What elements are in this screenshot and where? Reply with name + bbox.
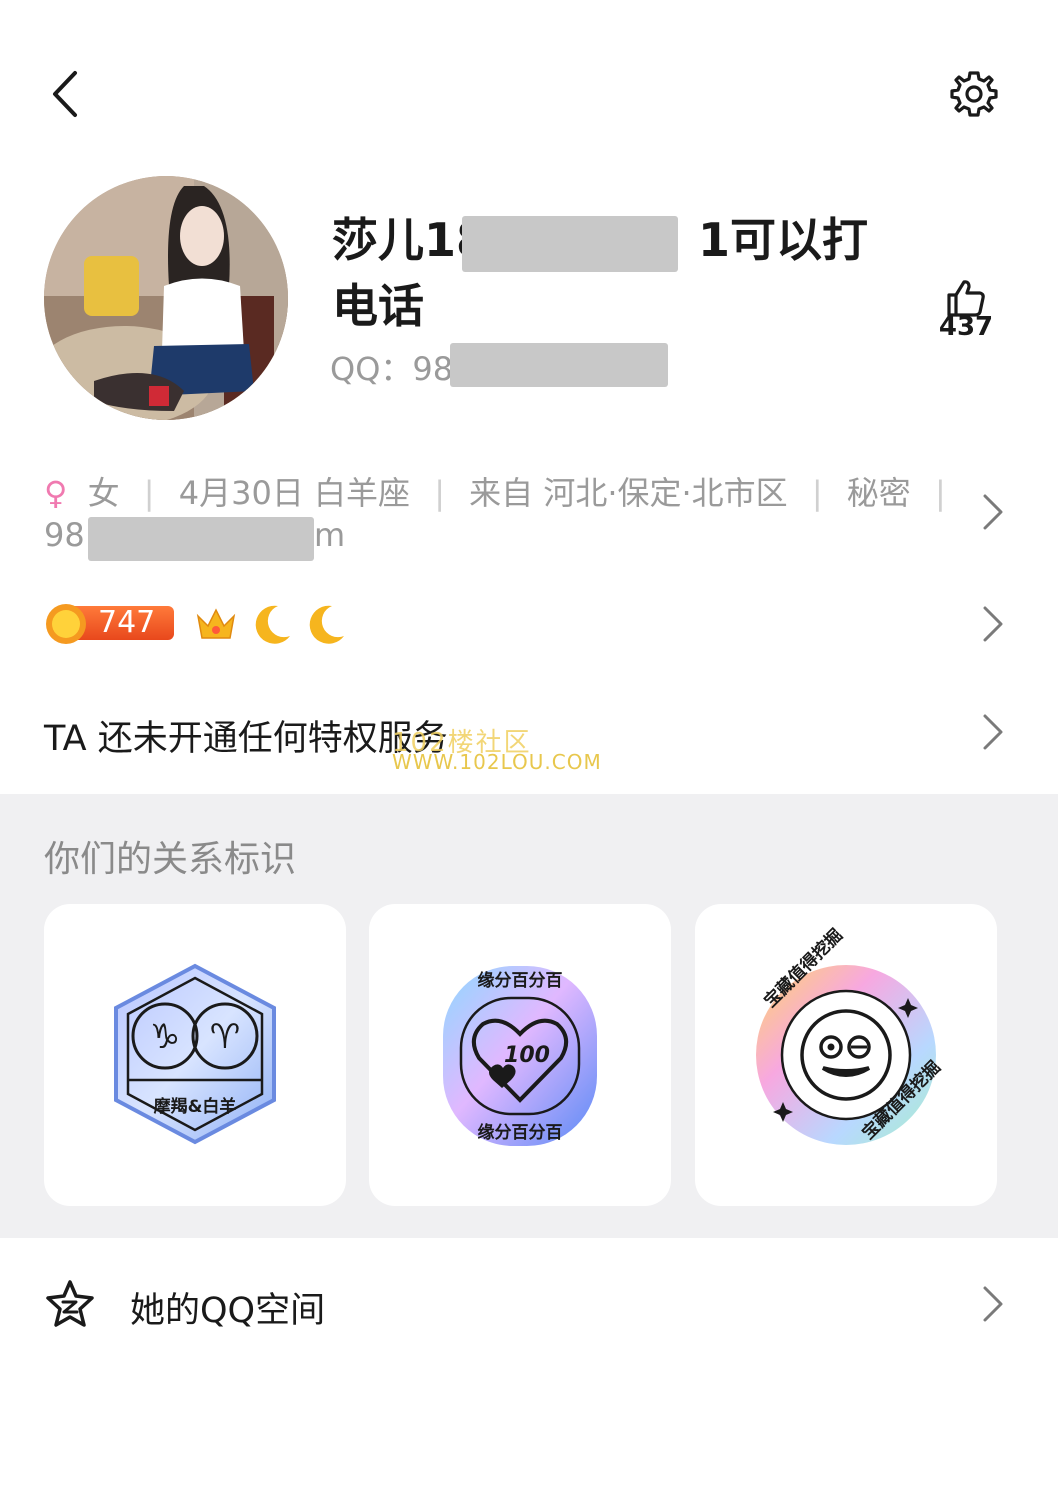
email-prefix: 98 xyxy=(44,516,85,554)
separator: | xyxy=(934,474,946,512)
profile-name-line2: 电话 xyxy=(332,279,424,333)
separator: | xyxy=(811,474,823,512)
qzone-star-icon xyxy=(46,1280,94,1327)
chevron-right-icon[interactable] xyxy=(980,604,1006,644)
relation-card-treasure[interactable]: 宝藏值得挖掘 宝藏值得挖掘 xyxy=(695,904,997,1206)
back-button[interactable] xyxy=(36,64,92,124)
chevron-right-icon[interactable] xyxy=(980,712,1006,752)
location: 来自 河北·保定·北市区 xyxy=(469,474,788,512)
sun-icon xyxy=(46,604,86,644)
moon-icon xyxy=(309,605,344,644)
profile-name-part2: 1可以打 xyxy=(698,213,869,267)
redaction-email xyxy=(88,517,314,561)
relation-card-heart[interactable]: 100 缘分百分百 缘分百分百 xyxy=(369,904,671,1206)
settings-button[interactable] xyxy=(944,64,1004,124)
chevron-right-icon xyxy=(983,1286,1003,1322)
qzone-row[interactable]: 她的QQ空间 xyxy=(0,1238,1058,1370)
redaction-name xyxy=(462,216,678,272)
zodiac-badge-icon: ♑ ♈ xyxy=(114,963,276,1145)
gender-symbol: ♀ xyxy=(44,474,68,512)
heart-top-text: 缘分百分百 xyxy=(477,971,563,991)
qzone-label: 她的QQ空间 xyxy=(130,1291,326,1331)
email-suffix: m xyxy=(314,516,346,554)
chevron-right-icon[interactable] xyxy=(980,492,1006,532)
chevron-left-icon xyxy=(53,71,77,117)
heart-bottom-text: 缘分百分百 xyxy=(477,1123,563,1143)
relation-card-zodiac[interactable]: ♑ ♈ 摩羯&白羊 xyxy=(44,904,346,1206)
crown-icon xyxy=(196,608,236,639)
birthday: 4月30日 白羊座 xyxy=(178,474,411,512)
level-badge[interactable]: 747 xyxy=(44,602,174,644)
svg-text:100: 100 xyxy=(504,1043,550,1068)
avatar[interactable] xyxy=(44,176,288,420)
watermark-url: WWW.102LOU.COM xyxy=(392,750,602,774)
svg-text:♑: ♑ xyxy=(150,1017,180,1057)
gear-icon xyxy=(950,71,998,117)
gender: 女 xyxy=(87,474,120,512)
qq-number: QQ：98 xyxy=(330,350,454,388)
like-count: 437 xyxy=(938,312,994,342)
secret: 秘密 xyxy=(846,474,911,512)
separator: | xyxy=(434,474,445,512)
level-value: 747 xyxy=(98,605,156,640)
svg-text:♈: ♈ xyxy=(210,1017,240,1057)
separator: | xyxy=(143,474,155,512)
moon-icon xyxy=(255,605,290,644)
relation-title: 你们的关系标识 xyxy=(44,839,297,880)
privilege-text[interactable]: TA 还未开通任何特权服务 xyxy=(44,710,448,761)
redaction-qq xyxy=(450,343,668,387)
profile-info[interactable]: ♀ 女 | 4月30日 白羊座 | 来自 河北·保定·北市区 | 秘密 | xyxy=(44,468,946,514)
zodiac-label: 摩羯&白羊 xyxy=(153,1097,237,1117)
